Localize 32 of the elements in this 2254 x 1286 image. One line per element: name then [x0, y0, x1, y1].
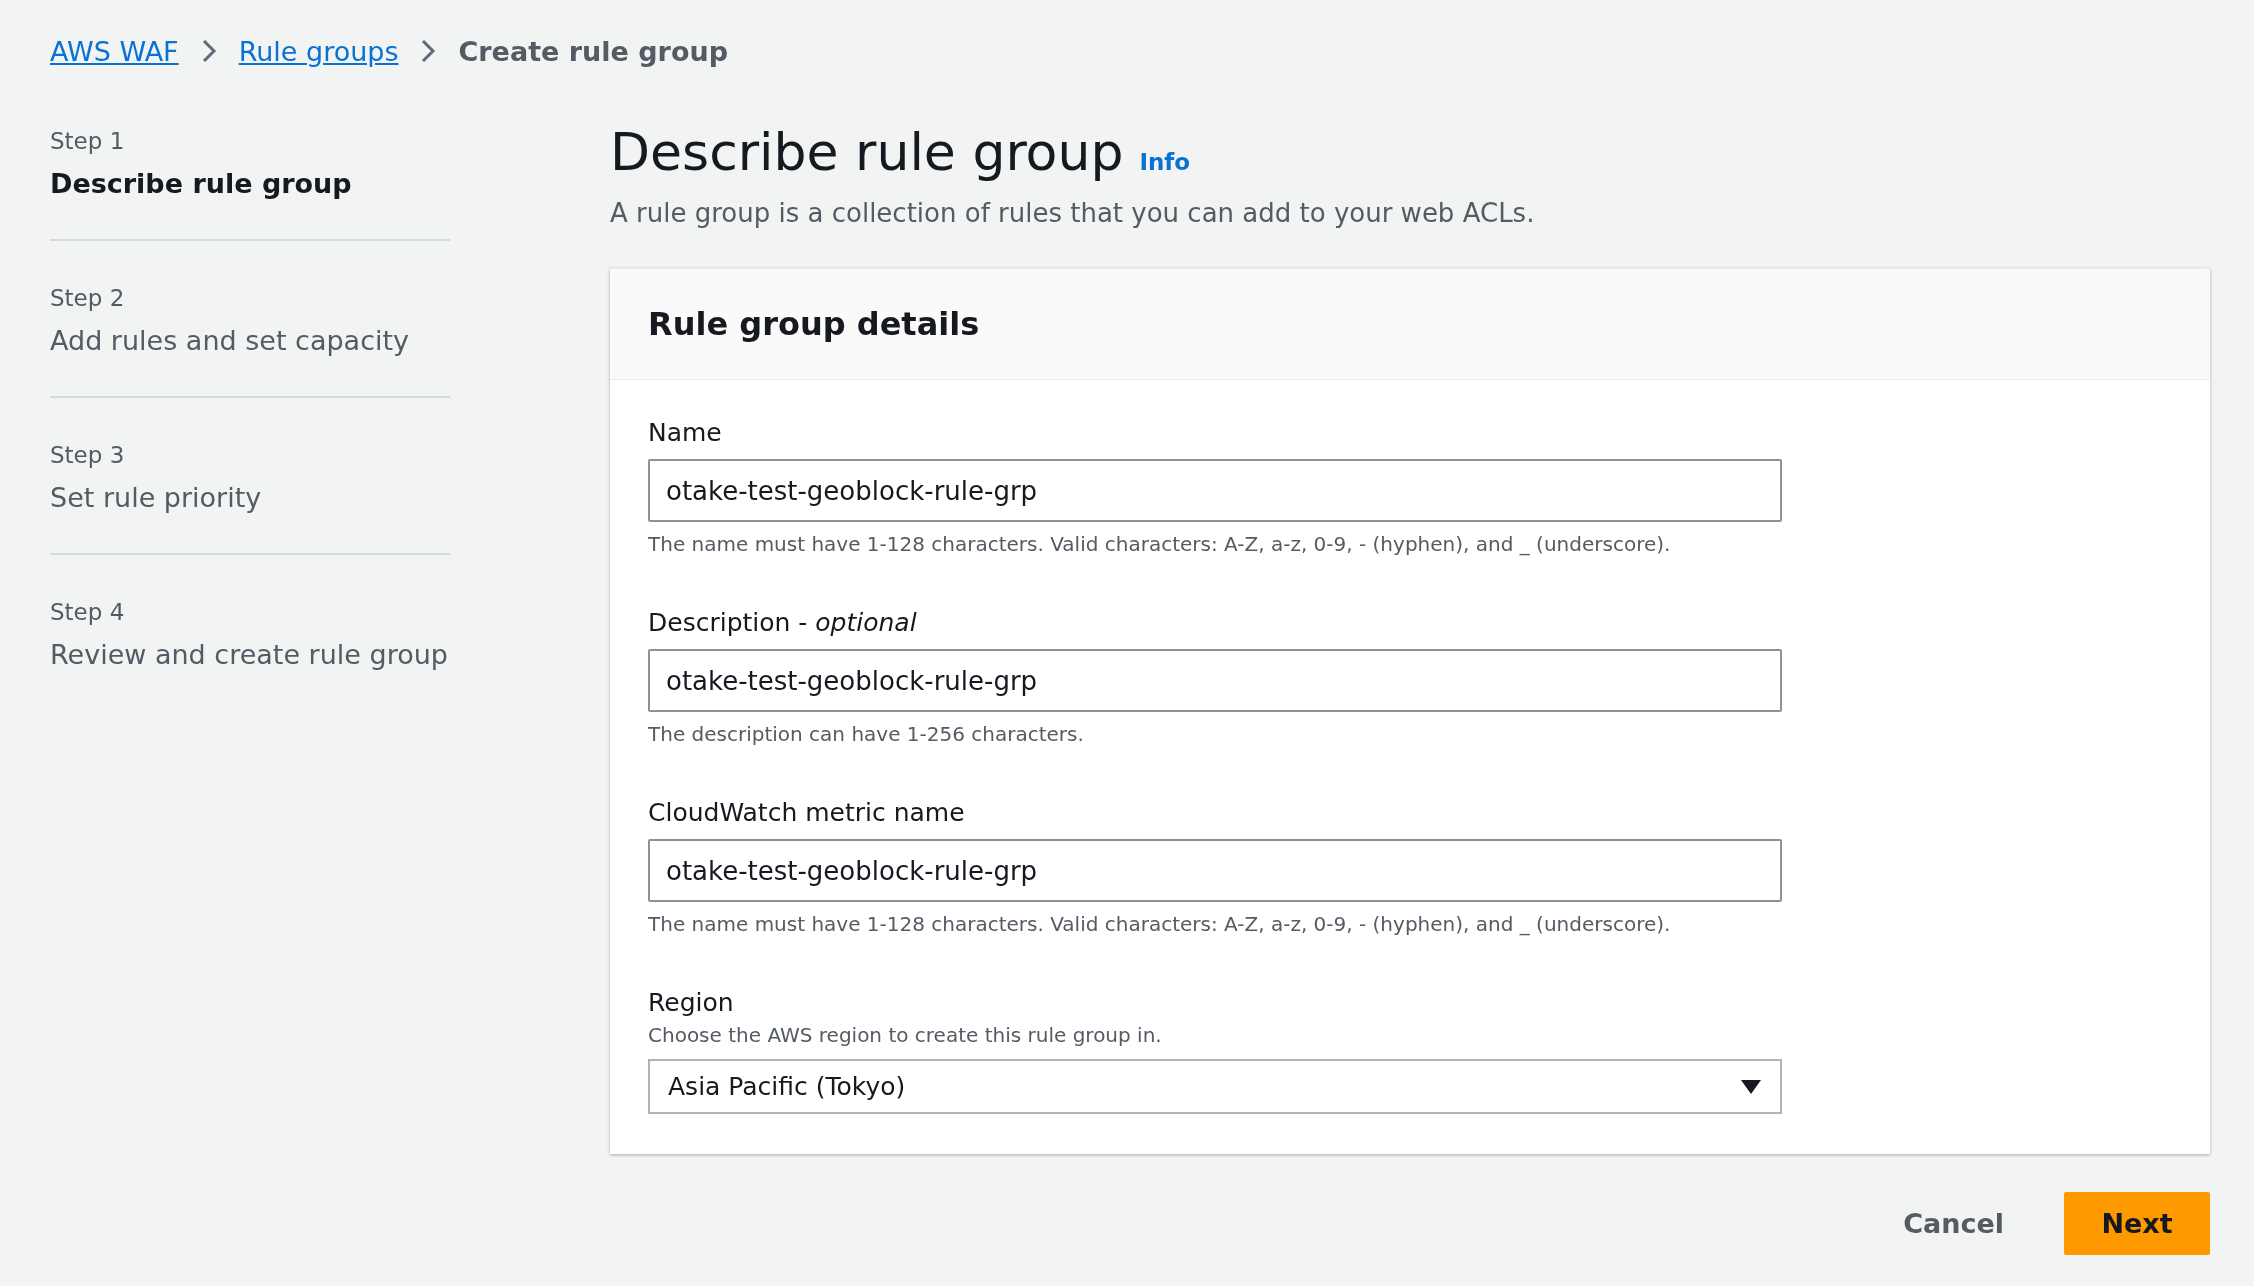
page-description: A rule group is a collection of rules that you can add to your web ACLs.	[610, 198, 1536, 228]
field-label: Description - optional	[648, 608, 918, 637]
step-title[interactable]: Set rule priority	[50, 482, 450, 513]
next-button[interactable]: Next	[2064, 1192, 2210, 1255]
chevron-right-icon	[420, 38, 437, 64]
page-title: Describe rule group	[610, 122, 1124, 182]
step-number: Step 1	[50, 128, 126, 154]
step-number: Step 4	[50, 599, 126, 625]
step-number: Step 3	[50, 442, 126, 468]
input-field[interactable]: otake-test-geoblock-rule-grp	[648, 459, 1782, 522]
field-hint: The name must have 1-128 characters. Valid characters: A-Z, a-z, 0-9, - (hyphen), and _ (underscore).	[648, 912, 1672, 936]
step-title[interactable]: Review and create rule group	[50, 639, 450, 670]
field-hint: The description can have 1-256 characters.	[648, 722, 1085, 746]
field-label: Region	[648, 988, 735, 1017]
field-hint: The name must have 1-128 characters. Valid characters: A-Z, a-z, 0-9, - (hyphen), and _ (underscore).	[648, 532, 1672, 556]
breadcrumb-current: Create rule group	[458, 35, 728, 67]
field-label: Name	[648, 418, 723, 447]
chevron-right-icon	[200, 38, 217, 64]
cancel-button[interactable]: Cancel	[1883, 1192, 2024, 1255]
breadcrumb-link[interactable]: AWS WAF	[50, 35, 179, 67]
card-title: Rule group details	[648, 305, 980, 343]
field-label: CloudWatch metric name	[648, 798, 966, 827]
field-description: Choose the AWS region to create this rule group in.	[648, 1023, 1163, 1047]
input-field[interactable]: otake-test-geoblock-rule-grp	[648, 839, 1782, 902]
caret-down-icon	[1740, 1078, 1762, 1095]
input-field[interactable]: otake-test-geoblock-rule-grp	[648, 649, 1782, 712]
step-title[interactable]: Describe rule group	[50, 168, 450, 199]
breadcrumb-link[interactable]: Rule groups	[238, 35, 399, 67]
step-title[interactable]: Add rules and set capacity	[50, 325, 450, 356]
region-select[interactable]: Asia Pacific (Tokyo)	[648, 1059, 1782, 1114]
info-link[interactable]: Info	[1139, 149, 1191, 175]
step-number: Step 2	[50, 285, 126, 311]
